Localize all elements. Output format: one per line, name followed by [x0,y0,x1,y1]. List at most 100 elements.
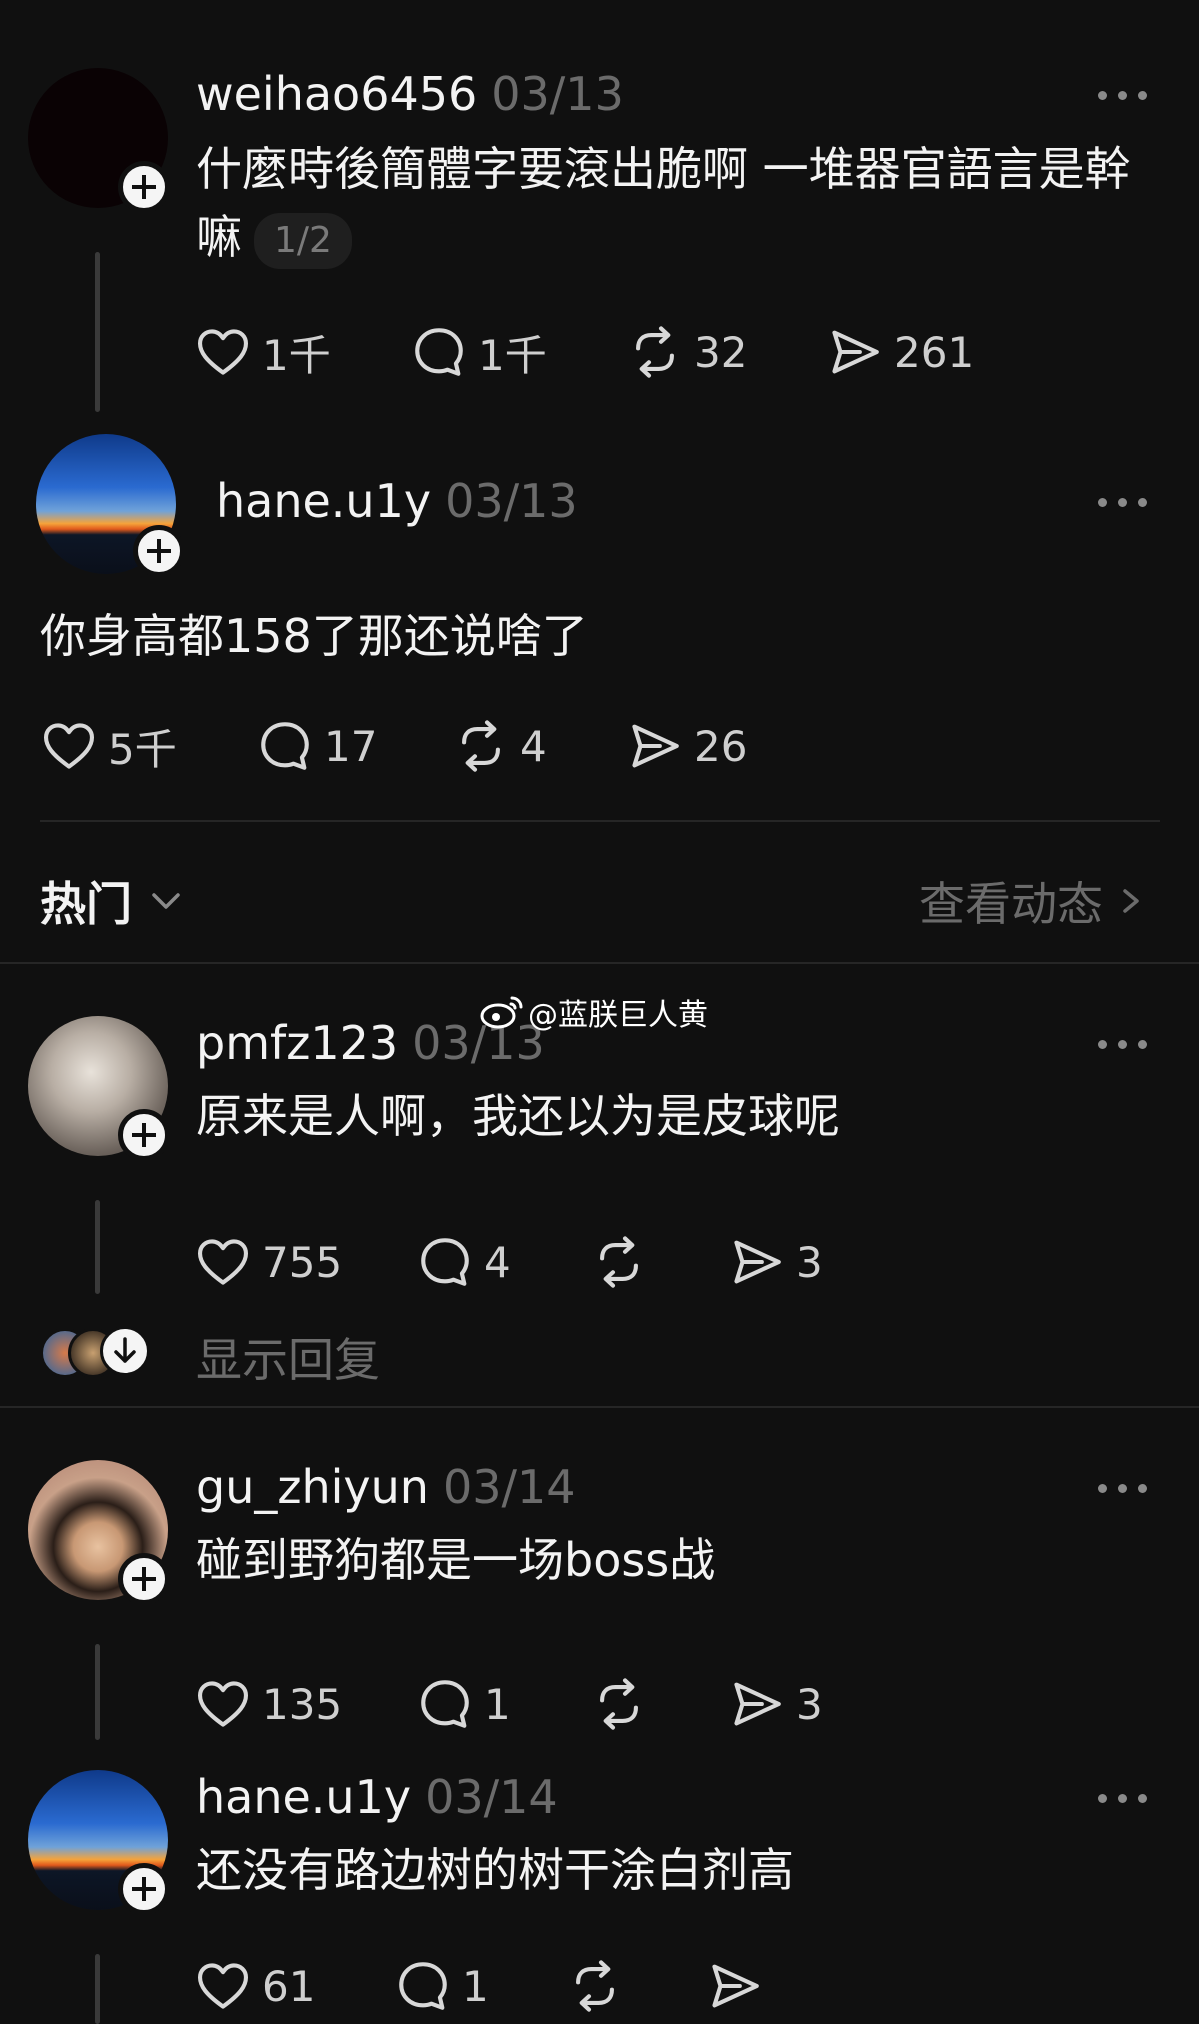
action-bar: 1千 1千 32 261 [194,322,1094,382]
sort-label: 热门 [40,877,132,931]
comment-button[interactable]: 4 [416,1232,511,1292]
share-count: 3 [796,1679,823,1729]
repost-count: 32 [694,327,748,377]
reply-pmfz123: pmfz123 03/13 @蓝朕巨人黄 原来是人啊，我还以为是皮球呢 755 4… [0,964,1199,1404]
comment-button[interactable]: 1千 [410,322,547,382]
post-text: 什麼時後簡體字要滾出脆啊 一堆器官語言是幹嘛 1/2 [196,135,1156,271]
username[interactable]: pmfz123 [196,1016,398,1070]
send-icon [706,1957,764,2015]
repost-button[interactable]: 4 [452,716,547,776]
post-text: 原来是人啊，我还以为是皮球呢 [196,1089,840,1143]
comment-count: 4 [484,1237,511,1287]
thread-line [95,1644,100,1740]
divider [40,820,1160,822]
more-horizontal-icon[interactable] [1098,1037,1148,1051]
post-text: 碰到野狗都是一场boss战 [196,1533,716,1587]
username[interactable]: hane.u1y [196,1770,411,1824]
heart-icon [194,1233,252,1291]
follow-plus-icon[interactable] [118,1109,170,1161]
thread-line [95,252,100,412]
comment-button[interactable]: 17 [256,716,377,776]
follow-plus-icon[interactable] [133,525,185,577]
heart-icon [40,717,98,775]
follow-plus-icon[interactable] [118,1553,170,1605]
share-button[interactable] [706,1956,774,2016]
post-date: 03/14 [442,1460,576,1514]
send-icon [728,1233,786,1291]
send-icon [826,323,884,381]
like-count: 1千 [262,330,331,380]
action-bar: 5千 17 4 26 [40,716,940,776]
heart-icon [194,323,252,381]
post-date: 03/13 [445,474,578,528]
comment-count: 1 [484,1679,511,1729]
like-count: 5千 [108,724,177,774]
username[interactable]: hane.u1y [216,474,431,528]
like-button[interactable]: 135 [194,1674,342,1734]
share-button[interactable]: 26 [626,716,747,776]
show-replies-row[interactable]: 显示回复 [36,1320,636,1387]
like-button[interactable]: 61 [194,1956,315,2016]
arrow-down-icon [100,1326,150,1376]
send-icon [728,1675,786,1733]
view-activity-link[interactable]: 查看动态 [919,868,1147,934]
post-header: hane.u1y 03/13 [216,478,578,524]
like-button[interactable]: 1千 [194,322,331,382]
action-bar: 61 1 [194,1956,1094,2016]
chevron-down-icon [152,893,180,909]
weibo-icon [480,996,523,1029]
chevron-right-icon [1123,889,1139,913]
like-button[interactable]: 755 [194,1232,342,1292]
like-count: 135 [262,1679,343,1729]
comment-button[interactable]: 1 [416,1674,511,1734]
follow-plus-icon[interactable] [118,161,170,213]
repost-icon [452,717,510,775]
page-indicator[interactable]: 1/2 [254,212,352,269]
follow-plus-icon[interactable] [118,1863,170,1915]
post-text: 还没有路边树的树干涂白剂高 [196,1843,794,1897]
share-button[interactable]: 3 [728,1232,823,1292]
repost-button[interactable] [566,1956,634,2016]
heart-icon [194,1675,252,1733]
repost-icon [566,1957,624,2015]
post-header: gu_zhiyun 03/14 [196,1464,576,1510]
repost-icon [590,1675,648,1733]
repost-button[interactable] [590,1232,658,1292]
post-date: 03/13 [491,67,624,121]
repost-icon [626,323,684,381]
view-activity-label: 查看动态 [919,877,1103,931]
more-horizontal-icon[interactable] [1098,1481,1148,1495]
heart-icon [194,1957,252,2015]
repost-button[interactable]: 32 [626,322,747,382]
comment-count: 1千 [478,330,547,380]
thread-line [95,1954,100,2024]
post-weihao6456: weihao6456 03/13 什麼時後簡體字要滾出脆啊 一堆器官語言是幹嘛 1/… [0,0,1199,412]
username[interactable]: gu_zhiyun [196,1460,429,1514]
comment-button[interactable]: 1 [394,1956,489,2016]
repost-button[interactable] [590,1674,658,1734]
comment-bubble-icon [256,717,314,775]
comment-bubble-icon [416,1675,474,1733]
share-button[interactable]: 3 [728,1674,823,1734]
reply-gu-zhiyun: gu_zhiyun 03/14 碰到野狗都是一场boss战 135 1 3 [0,1408,1199,1768]
repost-icon [590,1233,648,1291]
sort-dropdown[interactable]: 热门 [40,868,186,934]
share-count: 3 [796,1237,823,1287]
share-count: 26 [694,721,748,771]
share-count: 261 [894,327,975,377]
comment-count: 17 [324,721,378,771]
username[interactable]: weihao6456 [196,67,477,121]
like-button[interactable]: 5千 [40,716,177,776]
like-count: 61 [262,1961,316,2011]
post-header: weihao6456 03/13 [196,71,624,117]
comment-count: 1 [462,1961,489,2011]
thread-line [95,1200,100,1294]
share-button[interactable]: 261 [826,322,974,382]
watermark: @蓝朕巨人黄 [480,990,708,1034]
more-horizontal-icon[interactable] [1098,1791,1148,1805]
post-hane-u1y: hane.u1y 03/13 你身高都158了那还说啥了 5千 17 4 26 [0,410,1199,830]
like-count: 755 [262,1237,343,1287]
post-text: 你身高都158了那还说啥了 [40,609,588,663]
more-horizontal-icon[interactable] [1098,495,1148,509]
more-horizontal-icon[interactable] [1098,88,1148,102]
